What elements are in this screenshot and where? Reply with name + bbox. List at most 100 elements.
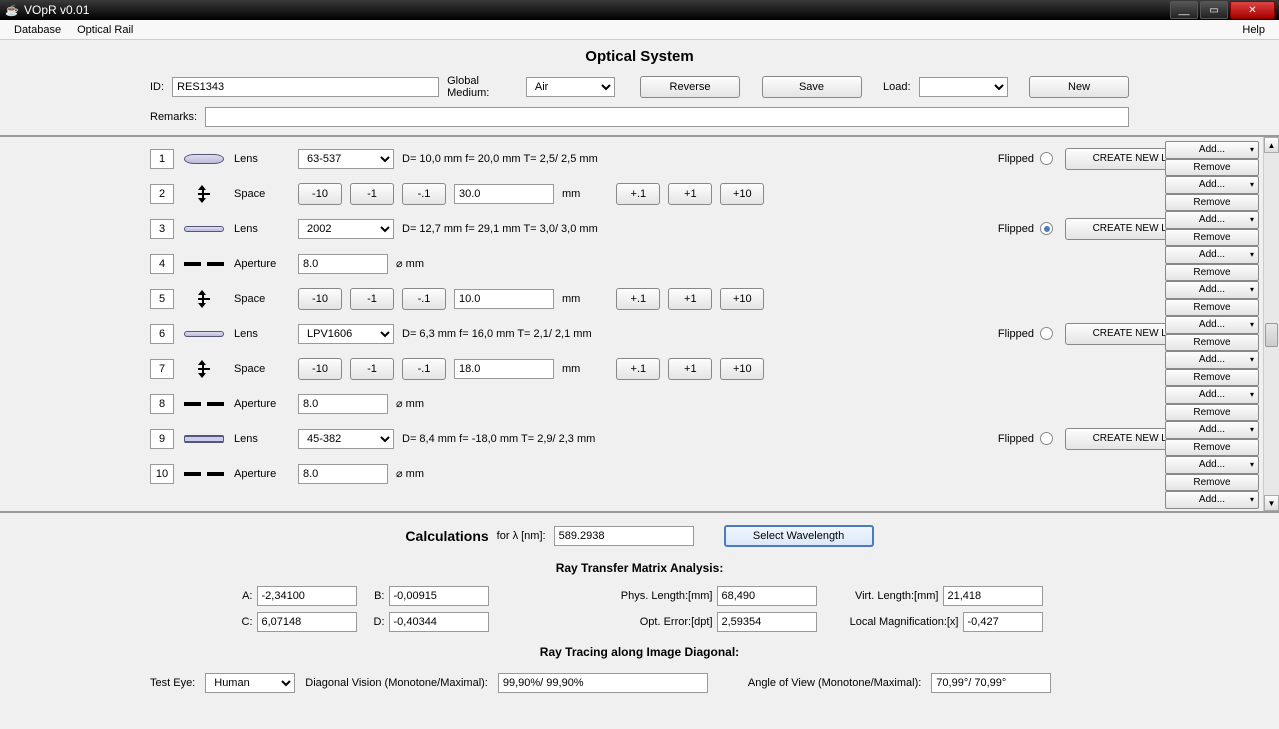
- b-value[interactable]: [389, 586, 489, 606]
- menu-optical-rail[interactable]: Optical Rail: [69, 24, 141, 36]
- opt-error-label: Opt. Error:[dpt]: [603, 616, 713, 628]
- remove-button[interactable]: Remove: [1165, 264, 1259, 282]
- virt-length-value[interactable]: [943, 586, 1043, 606]
- plus-p1-button[interactable]: +.1: [616, 288, 660, 310]
- local-mag-value[interactable]: [963, 612, 1043, 632]
- remove-button[interactable]: Remove: [1165, 194, 1259, 212]
- menu-help[interactable]: Help: [1234, 24, 1273, 36]
- minus-10-button[interactable]: -10: [298, 288, 342, 310]
- phys-length-value[interactable]: [717, 586, 817, 606]
- maximize-button[interactable]: ▭: [1200, 1, 1228, 19]
- lens-icon: [184, 154, 224, 164]
- add-button[interactable]: Add...: [1165, 141, 1259, 159]
- aperture-input[interactable]: [298, 254, 388, 274]
- flipped-label: Flipped: [998, 153, 1034, 165]
- remarks-label: Remarks:: [150, 111, 197, 123]
- plus-1-button[interactable]: +1: [668, 183, 712, 205]
- lens-select[interactable]: 45-382: [298, 429, 394, 449]
- lens-info: D= 10,0 mm f= 20,0 mm T= 2,5/ 2,5 mm: [402, 153, 598, 165]
- flipped-radio[interactable]: [1040, 152, 1053, 165]
- new-button[interactable]: New: [1029, 76, 1129, 98]
- diag-vision-label: Diagonal Vision (Monotone/Maximal):: [305, 677, 488, 689]
- medium-select[interactable]: Air: [526, 77, 615, 97]
- remove-button[interactable]: Remove: [1165, 334, 1259, 352]
- lens-select[interactable]: 2002: [298, 219, 394, 239]
- scroll-down-icon[interactable]: ▼: [1264, 495, 1279, 511]
- opt-error-value[interactable]: [717, 612, 817, 632]
- d-value[interactable]: [389, 612, 489, 632]
- test-eye-select[interactable]: Human: [205, 673, 295, 693]
- remove-button[interactable]: Remove: [1165, 159, 1259, 177]
- phys-length-label: Phys. Length:[mm]: [603, 590, 713, 602]
- plus-1-button[interactable]: +1: [668, 288, 712, 310]
- minus-1-button[interactable]: -1: [350, 358, 394, 380]
- lens-select[interactable]: LPV1606: [298, 324, 394, 344]
- diag-vision-value[interactable]: [498, 673, 708, 693]
- remarks-input[interactable]: [205, 107, 1129, 127]
- minus-p1-button[interactable]: -.1: [402, 358, 446, 380]
- plus-p1-button[interactable]: +.1: [616, 358, 660, 380]
- space-icon: [184, 292, 224, 306]
- remove-button[interactable]: Remove: [1165, 229, 1259, 247]
- c-value[interactable]: [257, 612, 357, 632]
- diameter-label: ⌀ mm: [396, 467, 424, 480]
- minus-1-button[interactable]: -1: [350, 183, 394, 205]
- minimize-button[interactable]: __: [1170, 1, 1198, 19]
- save-button[interactable]: Save: [762, 76, 862, 98]
- plus-10-button[interactable]: +10: [720, 288, 764, 310]
- flipped-radio[interactable]: [1040, 432, 1053, 445]
- add-button[interactable]: Add...: [1165, 421, 1259, 439]
- remove-button[interactable]: Remove: [1165, 404, 1259, 422]
- flipped-radio[interactable]: [1040, 222, 1053, 235]
- remove-button[interactable]: Remove: [1165, 439, 1259, 457]
- remove-button[interactable]: Remove: [1165, 474, 1259, 492]
- remove-button[interactable]: Remove: [1165, 299, 1259, 317]
- minus-p1-button[interactable]: -.1: [402, 288, 446, 310]
- minus-p1-button[interactable]: -.1: [402, 183, 446, 205]
- add-button[interactable]: Add...: [1165, 351, 1259, 369]
- vertical-scrollbar[interactable]: ▲ ▼: [1263, 137, 1279, 511]
- plus-p1-button[interactable]: +.1: [616, 183, 660, 205]
- add-button[interactable]: Add...: [1165, 246, 1259, 264]
- rail-row: 5 Space-10 -1 -.1 mm +.1 +1 +10: [0, 281, 1263, 316]
- window-title: VOpR v0.01: [24, 3, 1168, 17]
- select-wavelength-button[interactable]: Select Wavelength: [724, 525, 874, 547]
- aperture-input[interactable]: [298, 394, 388, 414]
- minus-10-button[interactable]: -10: [298, 183, 342, 205]
- add-button[interactable]: Add...: [1165, 491, 1259, 509]
- add-button[interactable]: Add...: [1165, 281, 1259, 299]
- row-type-label: Space: [234, 188, 290, 200]
- scroll-up-icon[interactable]: ▲: [1264, 137, 1279, 153]
- angle-view-value[interactable]: [931, 673, 1051, 693]
- lambda-input[interactable]: [554, 526, 694, 546]
- angle-view-label: Angle of View (Monotone/Maximal):: [748, 677, 921, 689]
- id-label: ID:: [150, 81, 164, 93]
- scroll-thumb[interactable]: [1265, 323, 1278, 347]
- space-input[interactable]: [454, 184, 554, 204]
- flipped-radio[interactable]: [1040, 327, 1053, 340]
- reverse-button[interactable]: Reverse: [640, 76, 740, 98]
- space-input[interactable]: [454, 289, 554, 309]
- flipped-label: Flipped: [998, 223, 1034, 235]
- remove-button[interactable]: Remove: [1165, 369, 1259, 387]
- minus-1-button[interactable]: -1: [350, 288, 394, 310]
- close-button[interactable]: ✕: [1230, 1, 1275, 19]
- add-button[interactable]: Add...: [1165, 176, 1259, 194]
- id-input[interactable]: [172, 77, 439, 97]
- menu-database[interactable]: Database: [6, 24, 69, 36]
- add-button[interactable]: Add...: [1165, 456, 1259, 474]
- space-input[interactable]: [454, 359, 554, 379]
- plus-10-button[interactable]: +10: [720, 183, 764, 205]
- plus-1-button[interactable]: +1: [668, 358, 712, 380]
- lens-select[interactable]: 63-537: [298, 149, 394, 169]
- a-value[interactable]: [257, 586, 357, 606]
- add-button[interactable]: Add...: [1165, 316, 1259, 334]
- add-button[interactable]: Add...: [1165, 386, 1259, 404]
- minus-10-button[interactable]: -10: [298, 358, 342, 380]
- aperture-input[interactable]: [298, 464, 388, 484]
- load-select[interactable]: [919, 77, 1008, 97]
- add-button[interactable]: Add...: [1165, 211, 1259, 229]
- plus-10-button[interactable]: +10: [720, 358, 764, 380]
- rtma-heading: Ray Transfer Matrix Analysis:: [150, 551, 1129, 583]
- rail-row: 8 Aperture ⌀ mm: [0, 386, 1263, 421]
